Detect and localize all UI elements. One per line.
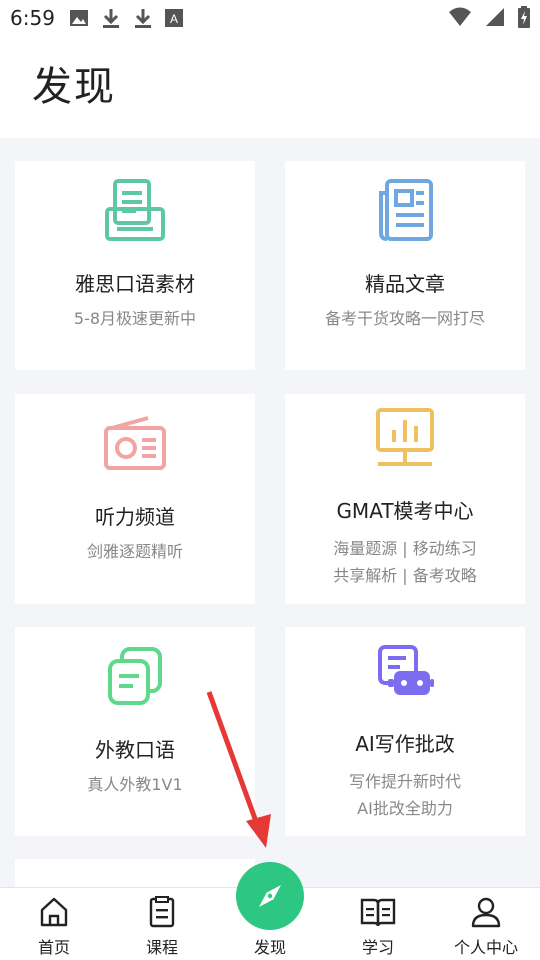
card-subtitle: 真人外教1V1 bbox=[87, 775, 183, 794]
status-notification-icons: A bbox=[69, 7, 183, 29]
presentation-chart-icon bbox=[376, 408, 434, 466]
status-time: 6:59 bbox=[10, 6, 55, 30]
card-subtitle: 备考干货攻略一网打尽 bbox=[324, 309, 485, 328]
image-icon bbox=[69, 10, 88, 26]
signal-icon bbox=[486, 8, 504, 26]
card-subtitle: 剑雅逐题精听 bbox=[86, 542, 183, 561]
notebook-icon bbox=[149, 896, 175, 928]
card-ai-writing-correction[interactable]: AI写作批改 写作提升新时代 AI批改全助力 bbox=[285, 627, 525, 836]
card-title: GMAT模考中心 bbox=[336, 499, 474, 523]
battery-charging-icon bbox=[518, 6, 530, 28]
status-system-icons bbox=[448, 6, 530, 28]
tab-home[interactable]: 首页 bbox=[0, 888, 108, 960]
user-icon bbox=[471, 897, 501, 928]
compass-icon bbox=[259, 885, 281, 907]
card-subtitle-line-1: 海量题源 | 移动练习 bbox=[333, 539, 477, 558]
download-icon bbox=[102, 9, 119, 28]
status-bar: 6:59 A bbox=[0, 0, 540, 36]
card-foreign-teacher-speaking[interactable]: 外教口语 真人外教1V1 bbox=[15, 627, 255, 836]
tab-label: 发现 bbox=[253, 938, 286, 957]
card-title: AI写作批改 bbox=[355, 732, 455, 756]
tab-label: 首页 bbox=[37, 938, 70, 957]
card-title: 雅思口语素材 bbox=[75, 272, 195, 296]
radio-icon bbox=[104, 416, 166, 470]
download-icon bbox=[134, 9, 151, 28]
card-featured-articles[interactable]: 精品文章 备考干货攻略一网打尽 bbox=[285, 161, 525, 370]
font-icon: A bbox=[164, 9, 183, 27]
card-gmat-mock-center[interactable]: GMAT模考中心 海量题源 | 移动练习 共享解析 | 备考攻略 bbox=[285, 394, 525, 604]
page-title: 发现 bbox=[32, 64, 116, 110]
card-subtitle: 5-8月极速更新中 bbox=[73, 309, 197, 328]
discover-fab-button[interactable] bbox=[236, 862, 304, 930]
document-tray-icon bbox=[105, 179, 165, 241]
newspaper-icon bbox=[379, 179, 433, 241]
tab-courses[interactable]: 课程 bbox=[108, 888, 216, 960]
card-subtitle-line-2: AI批改全助力 bbox=[357, 799, 453, 818]
page-header: 发现 bbox=[0, 36, 540, 138]
card-title: 听力频道 bbox=[95, 505, 175, 529]
open-book-icon bbox=[360, 898, 396, 927]
card-ielts-speaking-material[interactable]: 雅思口语素材 5-8月极速更新中 bbox=[15, 161, 255, 370]
card-title: 外教口语 bbox=[95, 738, 175, 762]
wifi-icon bbox=[449, 7, 471, 26]
tab-label: 课程 bbox=[145, 938, 178, 957]
svg-text:A: A bbox=[170, 12, 178, 26]
robot-icon bbox=[378, 645, 434, 695]
card-title: 精品文章 bbox=[365, 272, 445, 296]
tab-profile[interactable]: 个人中心 bbox=[432, 888, 540, 960]
card-subtitle-line-1: 写作提升新时代 bbox=[348, 772, 461, 791]
card-listening-channel[interactable]: 听力频道 剑雅逐题精听 bbox=[15, 394, 255, 604]
tab-study[interactable]: 学习 bbox=[324, 888, 432, 960]
home-icon bbox=[40, 897, 68, 927]
chat-bubbles-icon bbox=[108, 647, 162, 705]
card-subtitle-line-2: 共享解析 | 备考攻略 bbox=[333, 566, 477, 585]
tab-label: 个人中心 bbox=[453, 938, 518, 957]
tab-label: 学习 bbox=[361, 938, 394, 957]
